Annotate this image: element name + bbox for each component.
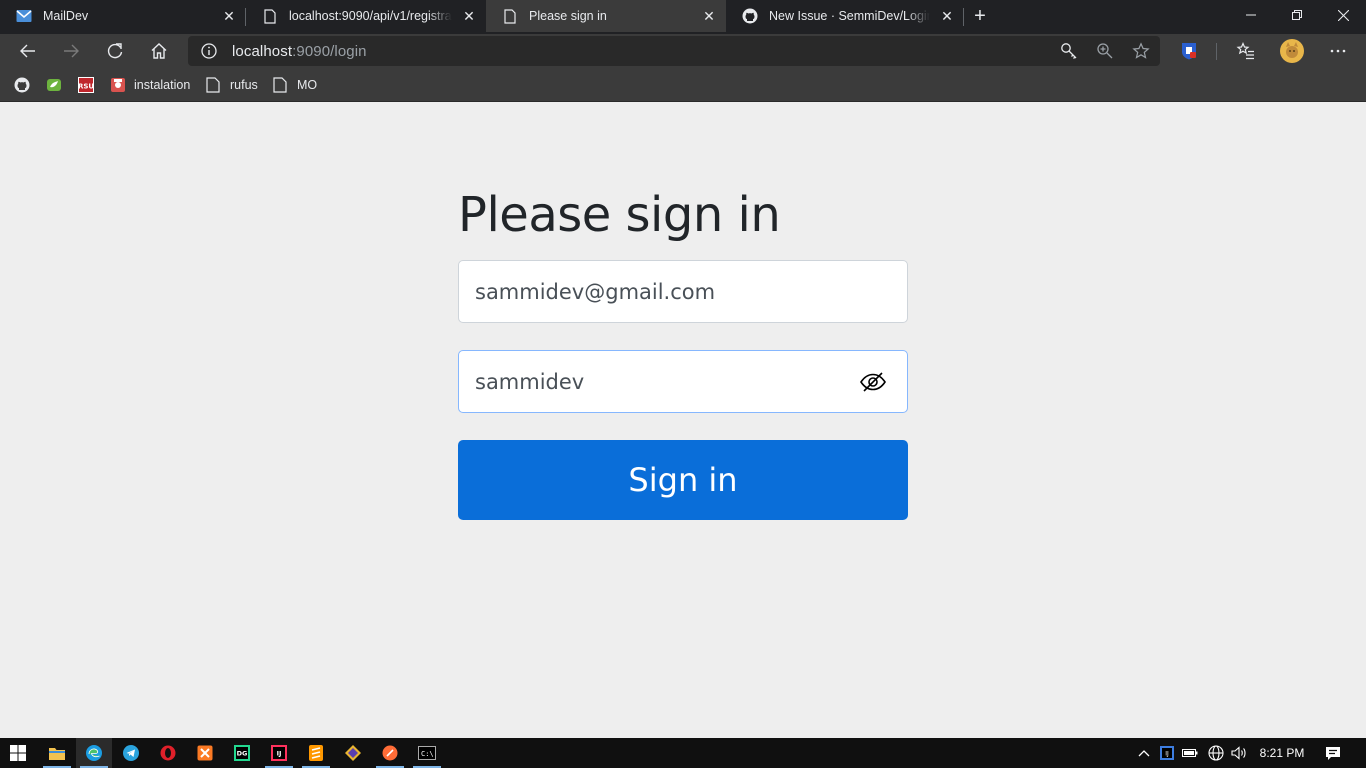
tab-maildev[interactable]: MailDev ✕ [0,0,246,32]
notifications-icon[interactable] [1320,738,1346,768]
extension-icon[interactable] [1179,41,1199,61]
url-text[interactable]: localhost:9090/login [232,43,367,60]
bookmark-icon [110,77,126,93]
spring-icon [46,77,62,93]
github-icon [14,77,30,93]
page-icon [262,8,278,24]
battery-icon[interactable] [1180,738,1200,768]
close-icon[interactable]: ✕ [461,8,477,24]
bookmark-rufus[interactable]: rufus [206,75,258,95]
home-icon[interactable] [141,34,177,68]
eye-slash-icon[interactable] [859,368,887,396]
minimize-icon[interactable] [1228,0,1274,30]
svg-text:C:\: C:\ [421,750,434,758]
zoom-icon[interactable] [1096,42,1114,60]
sign-in-button[interactable]: Sign in [458,440,908,520]
svg-text:IJ: IJ [1165,751,1169,758]
close-icon[interactable]: ✕ [221,8,237,24]
page-icon [502,8,518,24]
email-input[interactable] [475,261,855,322]
bookmark-rsu[interactable]: RSU [78,75,102,95]
svg-text:IJ: IJ [277,750,282,758]
sublime-icon[interactable] [298,738,334,768]
more-icon[interactable] [1328,41,1348,61]
profile-avatar[interactable] [1280,39,1304,63]
bookmark-label: MO [297,78,318,92]
chevron-up-icon[interactable] [1134,738,1154,768]
back-icon[interactable] [10,34,46,68]
postman-icon[interactable] [372,738,408,768]
email-field[interactable] [458,260,908,323]
tab-title: MailDev [43,9,89,23]
star-icon[interactable] [1132,42,1150,60]
gitkraken-icon[interactable] [335,738,371,768]
close-window-icon[interactable] [1320,0,1366,30]
forward-icon[interactable] [53,34,89,68]
new-tab-button[interactable]: + [964,0,996,32]
github-icon [742,8,758,24]
tab-strip: MailDev ✕ localhost:9090/api/v1/registra… [0,0,1366,34]
xampp-icon[interactable] [187,738,223,768]
tab-separator [963,8,964,26]
datagrip-icon[interactable]: DG [224,738,260,768]
svg-text:DG: DG [237,750,248,758]
windows-start-icon[interactable] [0,738,36,768]
address-bar[interactable]: localhost:9090/login [188,36,1160,66]
bookmarks-bar: RSU instalation rufus MO [0,69,1366,102]
tab-title: New Issue · SemmiDev/Login-Re [769,9,930,23]
bookmark-spring[interactable] [46,75,70,95]
refresh-icon[interactable] [97,34,133,68]
page-title: Please sign in [458,187,781,243]
close-icon[interactable]: ✕ [939,8,955,24]
opera-icon[interactable] [150,738,186,768]
restore-icon[interactable] [1274,0,1320,30]
mail-icon [16,8,32,24]
page-icon [273,77,289,93]
favorites-icon[interactable] [1236,41,1256,61]
telegram-icon[interactable] [113,738,149,768]
password-input[interactable] [475,351,855,412]
clock-time[interactable]: 8:21 PM [1256,738,1308,768]
bookmark-instalation[interactable]: instalation [110,75,190,95]
svg-text:RSU: RSU [78,83,94,91]
intellij-tray-icon[interactable]: IJ [1157,738,1177,768]
bookmark-label: instalation [134,78,191,92]
windows-taskbar: DG IJ C:\ IJ 8:21 PM [0,738,1366,768]
tab-sign-in[interactable]: Please sign in ✕ [486,0,726,32]
tab-registration[interactable]: localhost:9090/api/v1/registration ✕ [246,0,486,32]
intellij-icon[interactable]: IJ [261,738,297,768]
volume-icon[interactable] [1229,738,1251,768]
site-info-icon[interactable] [200,42,218,60]
bookmark-mo[interactable]: MO [273,75,317,95]
tab-title: localhost:9090/api/v1/registration [289,9,452,23]
close-icon[interactable]: ✕ [701,8,717,24]
key-icon[interactable] [1060,42,1078,60]
browser-toolbar: localhost:9090/login [0,34,1366,69]
login-page: Please sign in Sign in [0,103,1366,738]
window-controls [1228,0,1366,30]
edge-icon[interactable] [76,738,112,768]
globe-icon[interactable] [1206,738,1226,768]
toolbar-divider [1216,43,1217,60]
rsu-icon: RSU [78,77,94,93]
page-icon [206,77,222,93]
bookmark-github[interactable] [14,75,38,95]
bookmark-label: rufus [230,78,258,92]
file-explorer-icon[interactable] [39,738,75,768]
password-field[interactable] [458,350,908,413]
tab-new-issue[interactable]: New Issue · SemmiDev/Login-Re ✕ [726,0,964,32]
terminal-icon[interactable]: C:\ [409,738,445,768]
tab-title: Please sign in [529,9,607,23]
